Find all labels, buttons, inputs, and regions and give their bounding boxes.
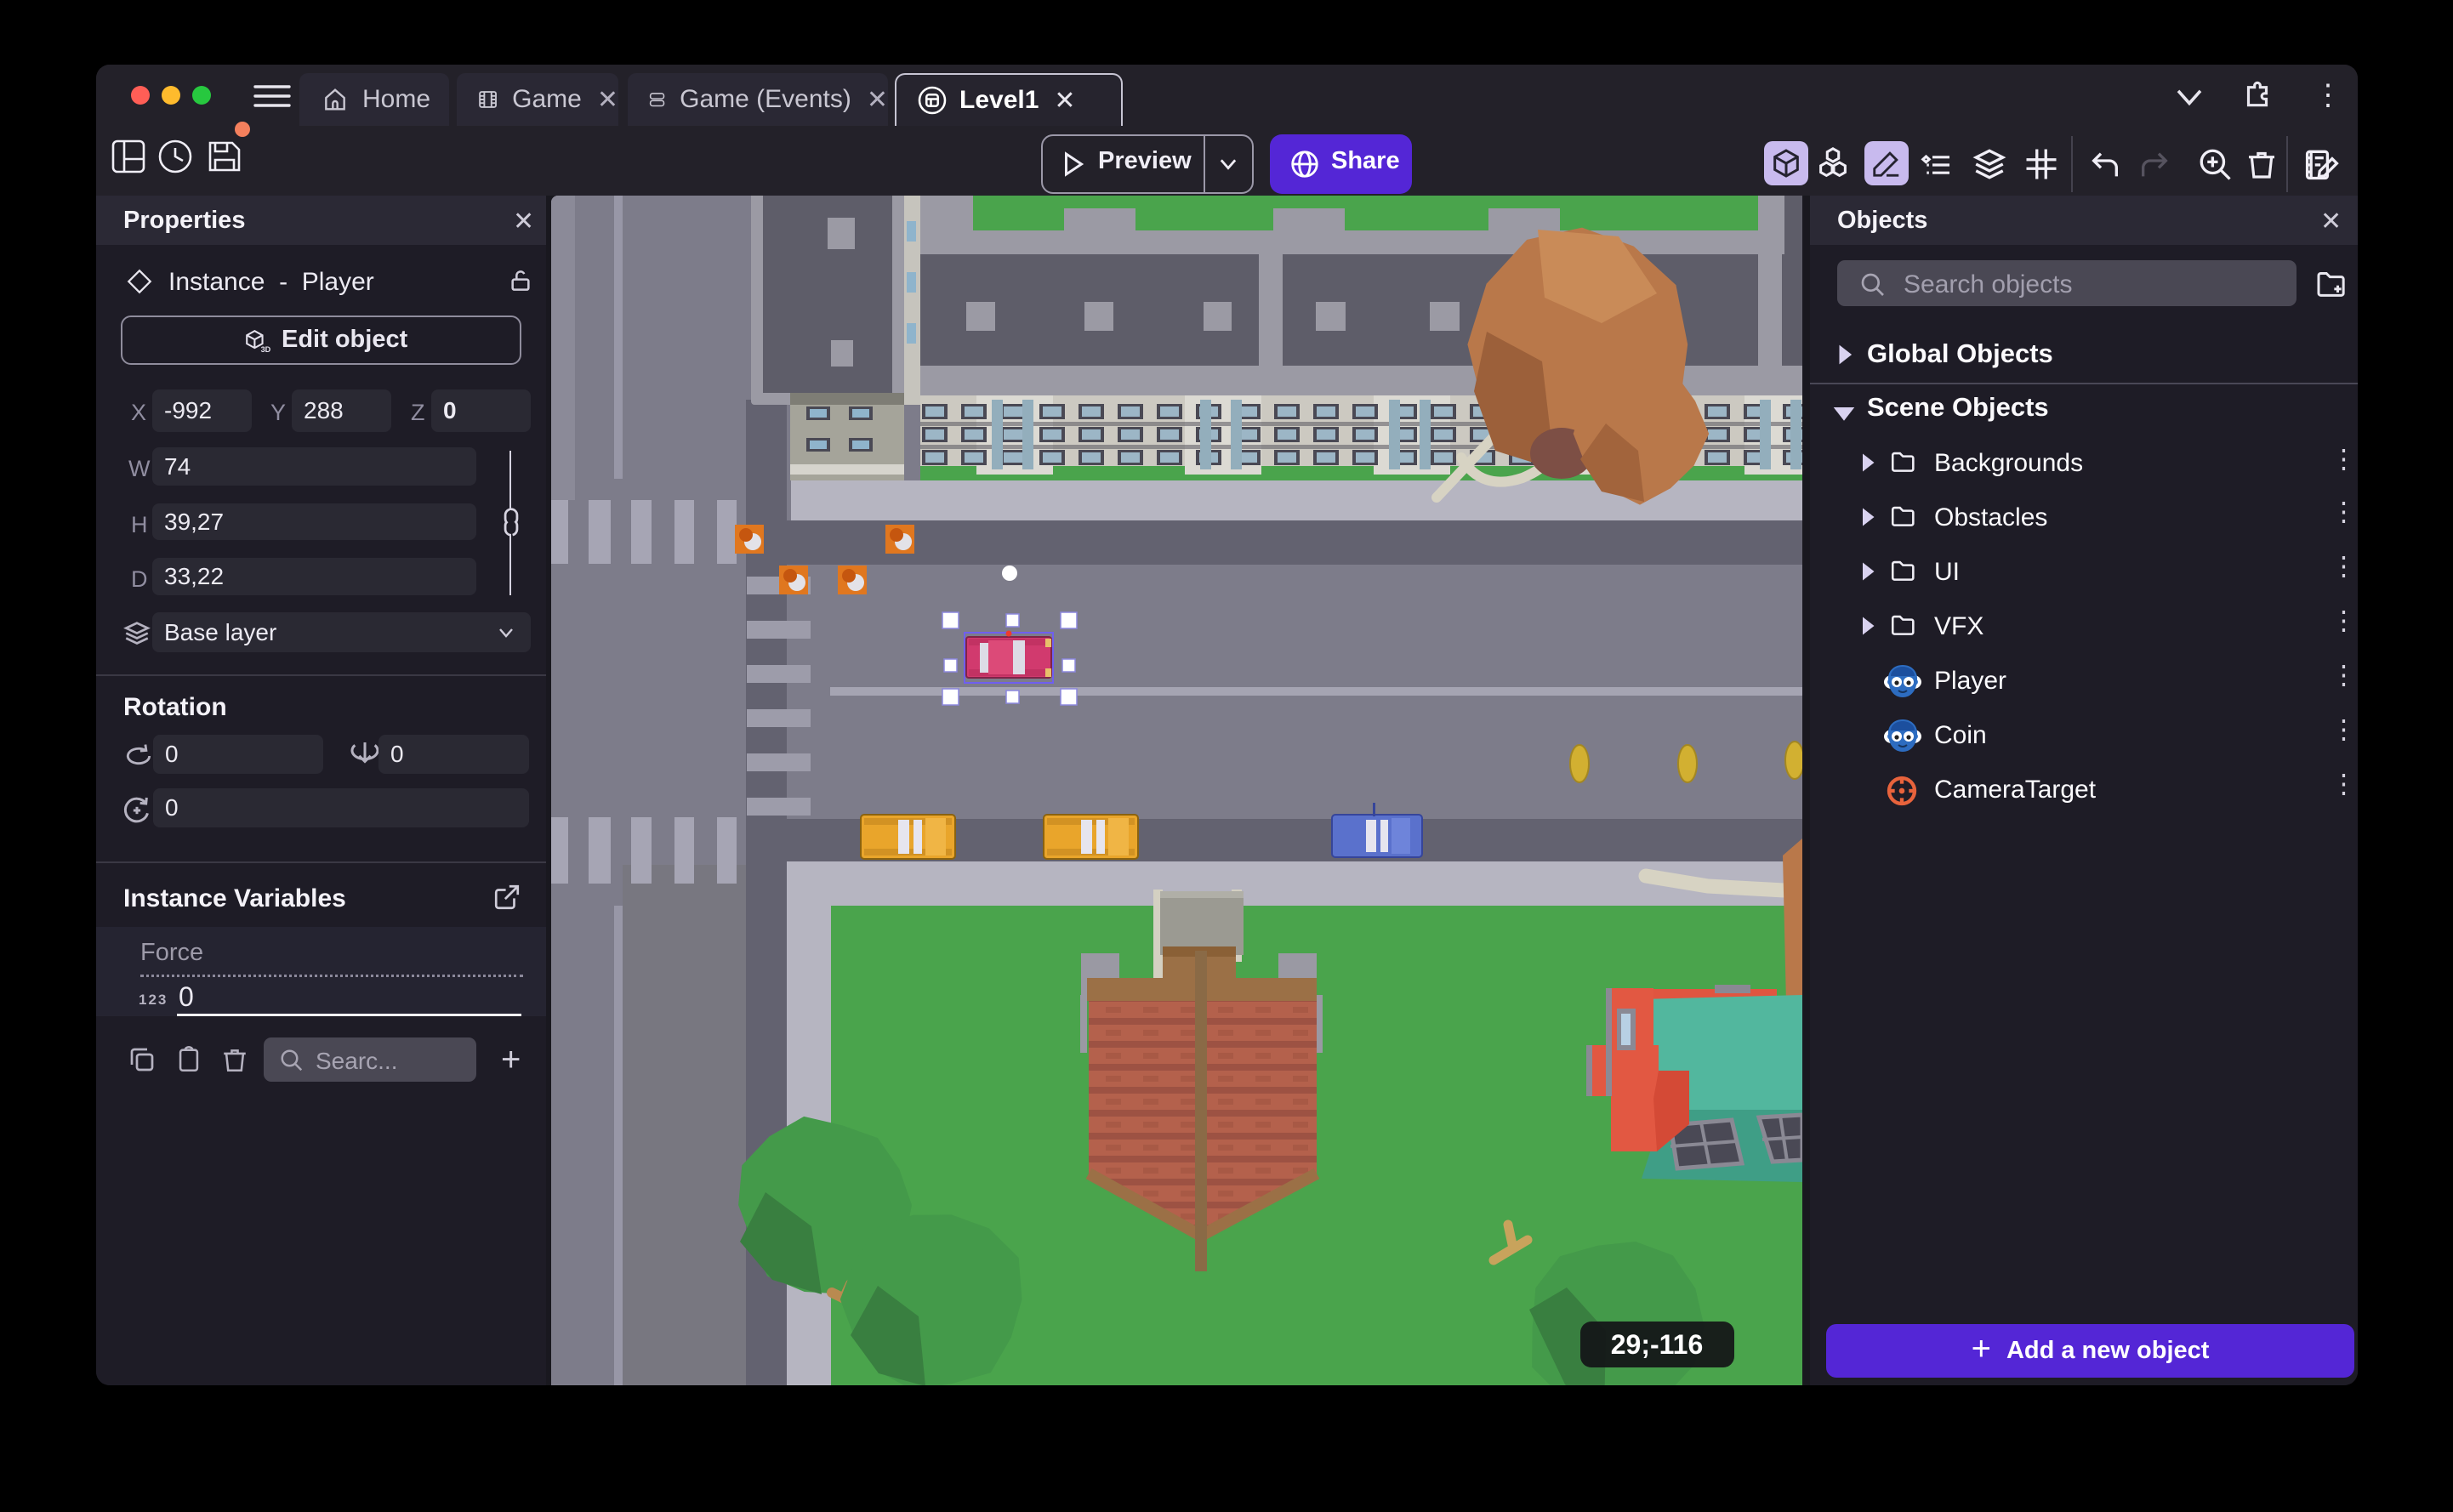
svg-text:29;-116: 29;-116	[1611, 1329, 1704, 1360]
svg-text:3D: 3D	[261, 345, 271, 354]
